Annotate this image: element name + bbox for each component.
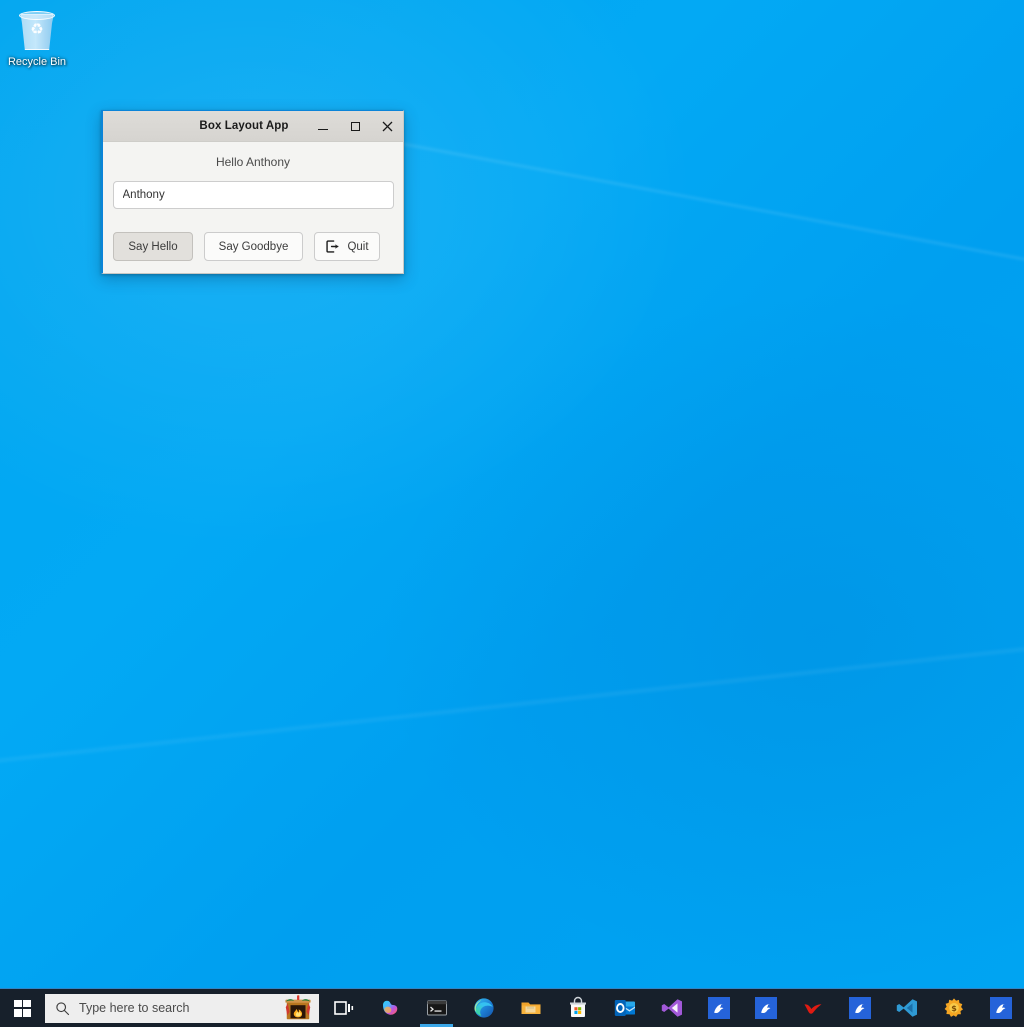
task-view-icon (331, 996, 355, 1020)
window-caption-buttons (307, 111, 403, 142)
copilot-icon (378, 996, 402, 1020)
desktop-icon-label: Recycle Bin (4, 56, 70, 69)
taskbar-item-microsoft-edge[interactable] (460, 989, 507, 1027)
desktop-icon-recycle-bin[interactable]: ♻ Recycle Bin (4, 4, 70, 69)
say-hello-button[interactable]: Say Hello (113, 232, 193, 261)
button-row: Say Hello Say Goodbye Quit (112, 232, 394, 261)
store-icon (566, 996, 590, 1020)
fireplace-icon[interactable] (283, 995, 313, 1022)
red-check-icon (801, 996, 825, 1020)
quit-button[interactable]: Quit (314, 232, 380, 261)
close-button[interactable] (371, 111, 403, 142)
minimize-button[interactable] (307, 111, 339, 142)
say-goodbye-label: Say Goodbye (219, 241, 289, 253)
desktop[interactable]: ♻ Recycle Bin Box Layout App (0, 0, 1024, 1027)
taskbar-item-gear-orange[interactable]: $ (930, 989, 977, 1027)
app-window[interactable]: Box Layout App Hello Anthony (101, 110, 404, 274)
taskbar-item-vscode[interactable] (883, 989, 930, 1027)
taskbar-item-red-check[interactable] (789, 989, 836, 1027)
start-button[interactable] (0, 989, 45, 1027)
outlook-icon (613, 996, 637, 1020)
taskbar-item-app-blue-3[interactable] (836, 989, 883, 1027)
taskbar-item-task-view[interactable] (319, 989, 366, 1027)
close-icon (382, 121, 393, 132)
maximize-icon (351, 122, 360, 131)
taskbar-item-outlook[interactable] (601, 989, 648, 1027)
blue-app-icon (990, 997, 1012, 1019)
taskbar-item-app-blue-4[interactable] (977, 989, 1024, 1027)
quit-label: Quit (347, 241, 368, 253)
wallpaper-streak-top (330, 128, 1024, 406)
search-placeholder-text: Type here to search (79, 1001, 189, 1015)
blue-app-icon (708, 997, 730, 1019)
wallpaper-streak-bottom (0, 608, 1024, 777)
name-input[interactable] (113, 181, 394, 209)
sign-out-icon (325, 239, 340, 254)
recycle-bin-icon: ♻ (14, 8, 60, 54)
say-hello-label: Say Hello (128, 241, 177, 253)
edge-icon (472, 996, 496, 1020)
taskbar-item-copilot[interactable] (366, 989, 413, 1027)
taskbar-item-terminal[interactable] (413, 989, 460, 1027)
minimize-icon (318, 129, 328, 131)
blue-app-icon (849, 997, 871, 1019)
window-title: Box Layout App (103, 120, 307, 132)
vscode-icon (895, 996, 919, 1020)
terminal-icon (425, 996, 449, 1020)
folder-icon (519, 996, 543, 1020)
greeting-label: Hello Anthony (112, 151, 394, 181)
window-body: Hello Anthony Say Hello Say Goodbye Quit (103, 142, 403, 273)
search-icon (45, 1001, 79, 1016)
taskbar-item-file-explorer[interactable] (507, 989, 554, 1027)
visual-studio-icon (660, 996, 684, 1020)
windows-logo-icon (14, 1000, 31, 1017)
blue-app-icon (755, 997, 777, 1019)
orange-gear-icon: $ (942, 996, 966, 1020)
search-input[interactable]: Type here to search (45, 994, 319, 1023)
wallpaper-glow-top-left (0, 0, 700, 550)
window-titlebar[interactable]: Box Layout App (103, 111, 403, 142)
taskbar-item-app-blue-2[interactable] (742, 989, 789, 1027)
maximize-button[interactable] (339, 111, 371, 142)
svg-text:$: $ (951, 1004, 957, 1013)
wallpaper-glow-bottom-right (374, 287, 1024, 987)
taskbar-item-app-blue-1[interactable] (695, 989, 742, 1027)
taskbar-item-visual-studio[interactable] (648, 989, 695, 1027)
taskbar-item-microsoft-store[interactable] (554, 989, 601, 1027)
taskbar[interactable]: Type here to search (0, 988, 1024, 1027)
say-goodbye-button[interactable]: Say Goodbye (204, 232, 303, 261)
